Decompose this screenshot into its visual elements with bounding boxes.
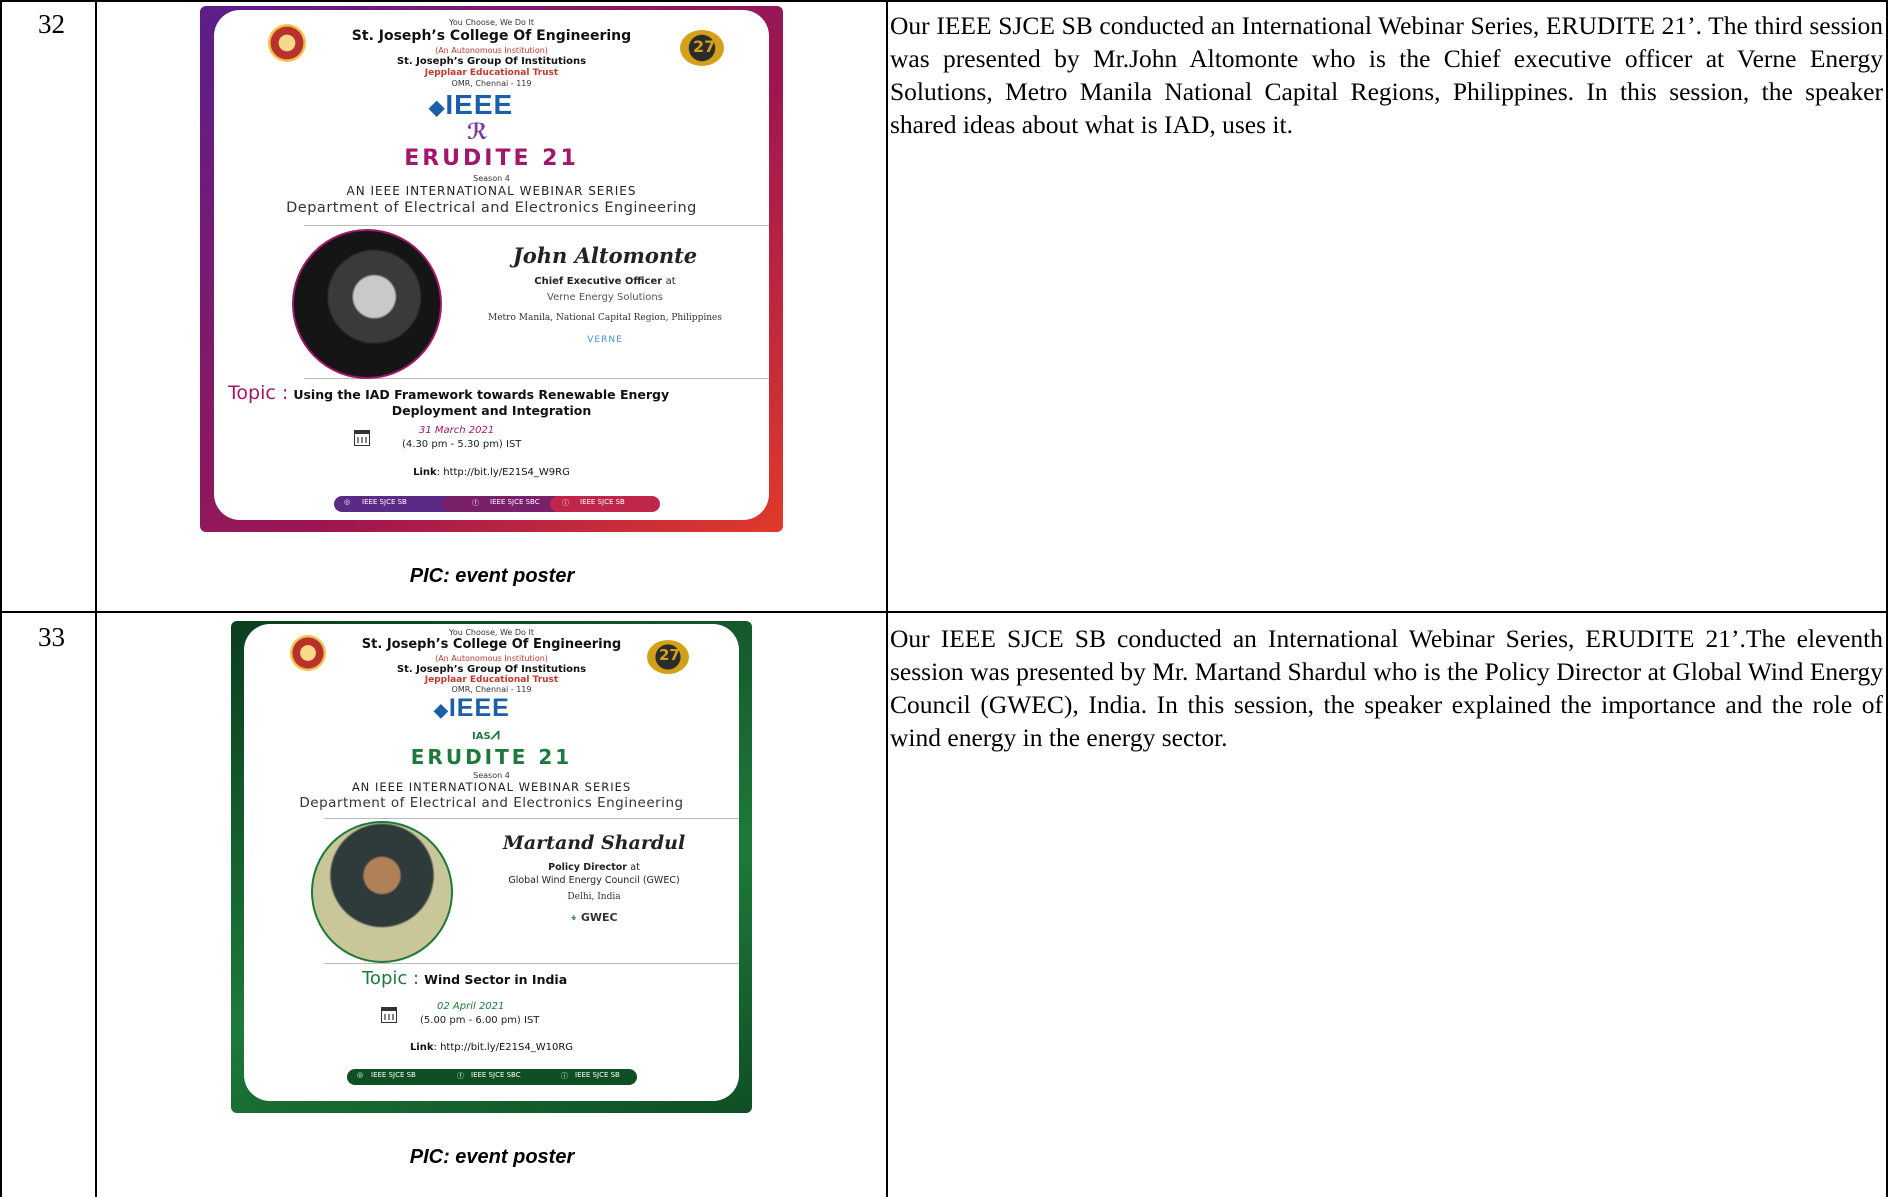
table-row: 33 27 You Choose, We Do It St. Joseph’s …: [0, 613, 1888, 1197]
college-name: St. Joseph’s College Of Engineering: [351, 28, 632, 44]
department: Department of Electrical and Electronics…: [299, 795, 684, 811]
facebook-icon: ⓕ: [472, 499, 479, 507]
series-name: AN IEEE INTERNATIONAL WEBINAR SERIES: [351, 780, 632, 794]
topic-block: Topic : Using the IAD Framework towards …: [228, 382, 669, 404]
event-date: 02 April 2021: [437, 1001, 505, 1012]
speaker-location: Metro Manila, National Capital Region, P…: [488, 313, 722, 323]
registration-link: Link: http://bit.ly/E21S4_W9RG: [413, 467, 570, 478]
event-poster: 27 You Choose, We Do It St. Joseph’s Col…: [200, 6, 783, 532]
topic-label: Topic :: [362, 968, 420, 989]
tagline: You Choose, We Do It: [449, 628, 534, 637]
poster-caption: PIC: event poster: [409, 1146, 575, 1168]
event-title: ERUDITE 21: [404, 146, 579, 171]
group-name: St. Joseph’s Group Of Institutions: [396, 664, 587, 675]
topic-block: Topic : Wind Sector in India: [362, 968, 567, 989]
topic-text: Wind Sector in India: [424, 972, 568, 987]
topic-label: Topic :: [228, 382, 289, 404]
speaker-organization: Global Wind Energy Council (GWEC): [508, 875, 680, 886]
calendar-icon: [381, 1007, 397, 1023]
autonomous-note: (An Autonomous Institution): [435, 46, 548, 55]
facebook-icon: ⓕ: [457, 1072, 464, 1080]
department: Department of Electrical and Electronics…: [286, 200, 697, 216]
social-bar: ◎ IEEE SJCE SB ⓕ IEEE SJCE SBC ⓘ IEEE SJCE …: [347, 1069, 637, 1085]
diamond-icon: ◆: [434, 700, 449, 720]
speaker-role: Chief Executive Officer at: [534, 276, 676, 287]
event-description: Our IEEE SJCE SB conducted an Internatio…: [890, 11, 1883, 139]
instagram-icon: ◎: [344, 498, 351, 506]
registration-link: Link: http://bit.ly/E21S4_W10RG: [409, 1042, 574, 1053]
speaker-photo: [292, 229, 442, 379]
poster-divider: [304, 225, 769, 226]
poster-caption: PIC: event poster: [409, 565, 575, 587]
row-number: 32: [38, 9, 65, 39]
event-title: ERUDITE 21: [410, 745, 573, 769]
diamond-icon: ◆: [429, 97, 446, 119]
address: OMR, Chennai - 119: [451, 685, 532, 694]
speaker-name: Martand Shardul: [502, 832, 686, 854]
trust-name: Jepplaar Educational Trust: [424, 68, 559, 78]
table-row: 32 27 You Choose, We Do It St. Joseph’s …: [0, 0, 1888, 611]
speaker-name: John Altomonte: [512, 243, 698, 268]
poster-card: 27 You Choose, We Do It St. Joseph’s Col…: [214, 10, 769, 520]
social-linkedin: ⓘ IEEE SJCE SB: [550, 496, 660, 512]
speaker-location: Delhi, India: [567, 892, 621, 902]
topic-text-line2: Deployment and Integration: [391, 403, 592, 418]
series-name: AN IEEE INTERNATIONAL WEBINAR SERIES: [346, 184, 637, 198]
calendar-icon: [354, 430, 370, 446]
ras-logo-icon: ℛ: [467, 120, 488, 145]
speaker-role: Policy Director at: [548, 862, 640, 873]
organization-logo: ⍖ GWEC: [570, 911, 618, 924]
row-number: 33: [38, 622, 65, 652]
wind-turbine-icon: ⍖: [570, 911, 577, 924]
ieee-logo: ◆IEEE: [434, 694, 510, 722]
address: OMR, Chennai - 119: [451, 79, 532, 88]
group-name: St. Joseph’s Group Of Institutions: [396, 56, 587, 67]
ias-logo-icon: IAS⩘: [472, 724, 500, 743]
instagram-icon: ◎: [357, 1071, 364, 1079]
trust-name: Jepplaar Educational Trust: [424, 675, 559, 685]
poster-divider: [324, 963, 739, 964]
ieee-logo: ◆IEEE: [429, 89, 514, 120]
college-name: St. Joseph’s College Of Engineering: [361, 637, 622, 652]
event-date: 31 March 2021: [419, 425, 495, 436]
tagline: You Choose, We Do It: [449, 18, 534, 27]
linkedin-icon: ⓘ: [562, 499, 569, 507]
poster-divider: [324, 818, 739, 819]
event-description: Our IEEE SJCE SB conducted an Internatio…: [890, 624, 1883, 752]
season: Season 4: [473, 771, 510, 780]
linkedin-icon: ⓘ: [561, 1072, 568, 1080]
autonomous-note: (An Autonomous Institution): [435, 654, 548, 663]
speaker-organization: Verne Energy Solutions: [547, 292, 663, 303]
organization-logo: VERNE: [587, 335, 623, 345]
speaker-photo: [311, 821, 453, 963]
topic-text: Using the IAD Framework towards Renewabl…: [293, 387, 670, 402]
season: Season 4: [473, 174, 510, 183]
event-poster: 27 You Choose, We Do It St. Joseph’s Col…: [231, 621, 752, 1113]
poster-card: 27 You Choose, We Do It St. Joseph’s Col…: [244, 624, 739, 1101]
event-time: (4.30 pm - 5.30 pm) IST: [402, 439, 522, 450]
event-time: (5.00 pm - 6.00 pm) IST: [420, 1015, 540, 1026]
